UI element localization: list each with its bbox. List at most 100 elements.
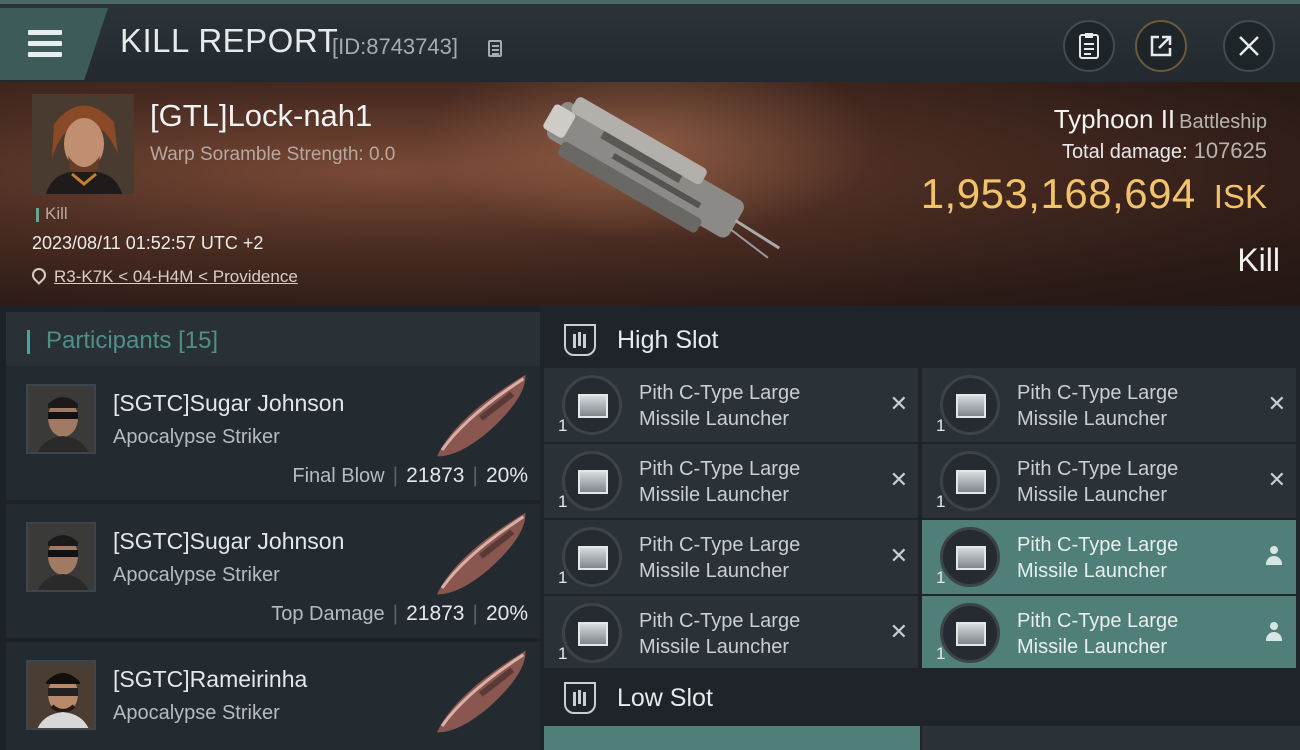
report-result: Kill xyxy=(1237,242,1280,278)
module-quantity: 1 xyxy=(936,416,946,435)
module-name: Pith C-Type Large Missile Launcher xyxy=(639,610,801,658)
victim-ship: Typhoon II Battleship xyxy=(1054,104,1267,135)
hamburger-icon xyxy=(28,30,62,35)
participant-name: [SGTC]Rameirinha xyxy=(113,666,308,692)
total-damage-value: 107625 xyxy=(1193,138,1267,163)
participants-header: Participants [15] xyxy=(6,312,540,370)
missile-launcher-icon xyxy=(562,451,622,511)
menu-button[interactable] xyxy=(0,8,108,80)
module-slot[interactable]: 1 Pith C-Type Large Missile Launcher ✕ xyxy=(544,596,918,670)
share-icon xyxy=(1150,35,1172,57)
module-quantity: 1 xyxy=(558,568,568,587)
ship-name: Typhoon II xyxy=(1053,104,1176,134)
module-slot[interactable]: 1 Pith C-Type Large Missile Launcher ✕ xyxy=(922,368,1296,442)
module-name: Pith C-Type Large Missile Launcher xyxy=(639,382,801,430)
module-image xyxy=(578,546,608,570)
participant-ship: Apocalypse Striker xyxy=(113,564,280,586)
page-title: KILL REPORT xyxy=(120,22,339,59)
module-slot[interactable]: 1 Pith C-Type Large Missile Launcher xyxy=(922,596,1296,670)
module-slot[interactable]: 1 Pith C-Type Large Missile Launcher ✕ xyxy=(544,444,918,518)
x-icon: ✕ xyxy=(889,544,908,569)
victim-summary: [GTL]Lock-nah1 Warp Soramble Strength: 0… xyxy=(0,82,1300,306)
participant-row[interactable]: [SGTC]Sugar Johnson Apocalypse Striker F… xyxy=(6,366,540,500)
x-icon: ✕ xyxy=(1267,392,1286,417)
module-image xyxy=(578,394,608,418)
participants-count: [15] xyxy=(178,327,219,354)
participant-ship-image xyxy=(436,374,526,457)
x-icon: ✕ xyxy=(889,392,908,417)
share-button[interactable] xyxy=(1135,20,1187,72)
close-icon xyxy=(1239,36,1259,56)
header-accent xyxy=(27,330,30,354)
isk-value: 1,953,168,694 ISK xyxy=(921,170,1267,218)
hamburger-icon-bar xyxy=(28,41,62,46)
stats-separator: | xyxy=(392,464,399,487)
close-button[interactable] xyxy=(1223,20,1275,72)
missile-launcher-icon xyxy=(562,527,622,587)
module-slot[interactable]: 1 Pith C-Type Large Missile Launcher xyxy=(922,520,1296,594)
victim-portrait[interactable] xyxy=(32,94,134,194)
clipboard-button[interactable] xyxy=(1063,20,1115,72)
module-slot[interactable]: 1 Pith C-Type Large Missile Launcher ✕ xyxy=(544,520,918,594)
module-name: Pith C-Type Large Missile Launcher xyxy=(639,458,801,506)
participant-ship: Apocalypse Striker xyxy=(113,702,280,724)
map-pin-icon xyxy=(29,265,49,285)
isk-unit: ISK xyxy=(1213,178,1267,215)
module-name: Pith C-Type Large Missile Launcher xyxy=(639,534,801,582)
x-icon: ✕ xyxy=(889,468,908,493)
clipboard-icon xyxy=(1079,33,1099,59)
warp-scramble-strength: Warp Soramble Strength: 0.0 xyxy=(150,144,396,165)
participant-label: Final Blow xyxy=(292,465,385,487)
kill-location-link[interactable]: R3-K7K < 04-H4M < Providence xyxy=(54,267,298,287)
module-name: Pith C-Type Large Missile Launcher xyxy=(1017,458,1179,506)
high-slot-title: High Slot xyxy=(617,326,719,354)
participant-damage: 21873 xyxy=(406,464,465,487)
participant-ship-image xyxy=(436,512,526,595)
module-quantity: 1 xyxy=(936,492,946,511)
low-slot-module-partial[interactable] xyxy=(922,726,1300,750)
participants-title: Participants xyxy=(46,327,172,354)
missile-launcher-icon xyxy=(940,451,1000,511)
report-id: [ID:8743743] xyxy=(332,34,458,59)
kill-datetime: 2023/08/11 01:52:57 UTC +2 xyxy=(32,233,264,253)
high-slot-icon xyxy=(564,324,596,356)
participants-title-line: Participants [15] xyxy=(46,327,218,355)
kill-tag: Kill xyxy=(36,204,68,224)
participant-label: Top Damage xyxy=(271,603,385,625)
fitting-panel: High Slot 1 Pith C-Type Large Missile Lau… xyxy=(540,306,1300,750)
person-icon-head xyxy=(1270,622,1278,630)
missile-launcher-icon xyxy=(562,603,622,663)
module-name: Pith C-Type Large Missile Launcher xyxy=(1017,382,1179,430)
missile-launcher-icon xyxy=(562,375,622,435)
module-quantity: 1 xyxy=(936,568,946,587)
module-slot[interactable]: 1 Pith C-Type Large Missile Launcher ✕ xyxy=(922,444,1296,518)
x-icon: ✕ xyxy=(889,620,908,645)
module-quantity: 1 xyxy=(558,492,568,511)
participant-row[interactable]: ★ [SGTC]Rameirinha Apocalypse Striker xyxy=(6,642,540,750)
ship-class: Battleship xyxy=(1179,111,1267,133)
module-image xyxy=(956,622,986,646)
victim-name: [GTL]Lock-nah1 xyxy=(150,98,373,133)
person-icon-body xyxy=(1266,632,1282,641)
module-image xyxy=(578,470,608,494)
stats-separator: | xyxy=(472,464,478,487)
module-image xyxy=(956,546,986,570)
participant-avatar xyxy=(26,384,96,454)
module-name: Pith C-Type Large Missile Launcher xyxy=(1017,534,1179,582)
module-image xyxy=(956,394,986,418)
person-icon-head xyxy=(1270,546,1278,554)
missile-launcher-icon xyxy=(940,603,1000,663)
stats-separator: | xyxy=(472,602,478,625)
module-quantity: 1 xyxy=(558,416,568,435)
low-slot-icon xyxy=(564,682,596,714)
total-damage-label: Total damage: xyxy=(1061,141,1188,163)
participant-stats: Top Damage | 21873 | 20% xyxy=(271,602,528,626)
missile-launcher-icon xyxy=(940,375,1000,435)
participant-avatar xyxy=(26,522,96,592)
copy-icon[interactable] xyxy=(488,40,502,57)
low-slot-module-partial[interactable] xyxy=(544,726,920,750)
module-slot[interactable]: 1 Pith C-Type Large Missile Launcher ✕ xyxy=(544,368,918,442)
participant-row[interactable]: [SGTC]Sugar Johnson Apocalypse Striker T… xyxy=(6,504,540,638)
low-slot-header: Low Slot xyxy=(544,668,1300,730)
person-icon-body xyxy=(1266,556,1282,565)
